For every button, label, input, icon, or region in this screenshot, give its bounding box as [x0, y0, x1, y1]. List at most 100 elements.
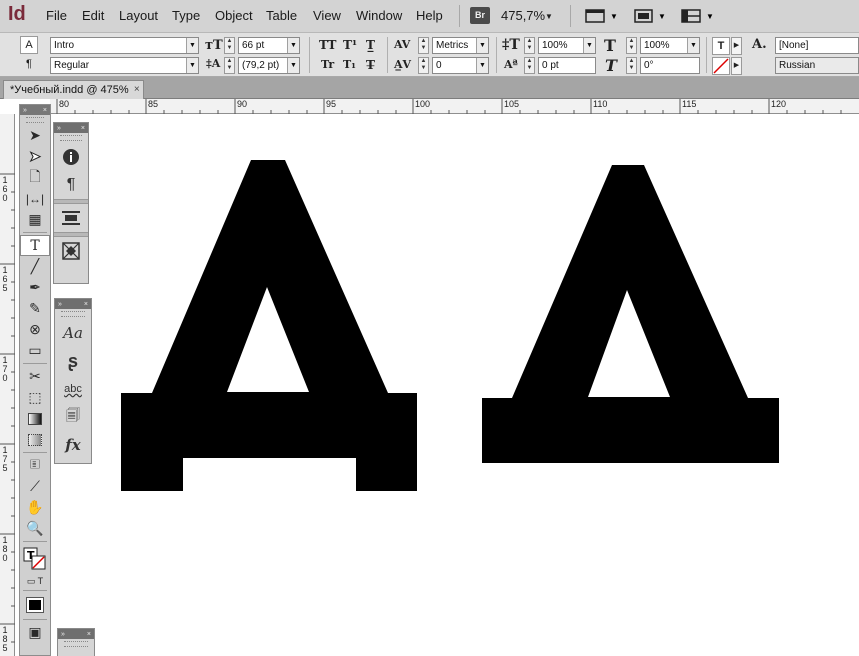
chevron-down-icon[interactable]: ▼ — [186, 58, 198, 73]
character-styles-button[interactable]: Aa — [55, 319, 91, 347]
info-panel-button[interactable] — [54, 143, 88, 171]
strikethrough-icon[interactable]: T̶ — [366, 58, 375, 72]
panel-header[interactable]: » × — [54, 123, 88, 133]
zoom-tool[interactable]: 🔍 — [20, 518, 50, 539]
fill-stroke-swatches[interactable]: T — [20, 544, 50, 574]
subscript-icon[interactable]: T₁ — [343, 58, 356, 71]
menu-view[interactable]: View — [313, 8, 341, 23]
close-icon[interactable]: × — [43, 107, 47, 114]
panel-grip[interactable] — [60, 135, 82, 141]
collapse-icon[interactable]: » — [61, 631, 65, 638]
baseline-shift-stepper[interactable]: ▲ ▼ — [524, 57, 535, 74]
panel-grip[interactable] — [61, 311, 85, 317]
close-icon[interactable]: × — [134, 81, 140, 99]
chevron-down-icon[interactable]: ▼ — [583, 38, 595, 53]
panel-header[interactable]: » × — [58, 629, 94, 639]
horizontal-scale-field[interactable]: 100% ▼ — [640, 37, 700, 54]
screen-mode-tool[interactable]: ▣ — [20, 622, 50, 643]
menu-window[interactable]: Window — [356, 8, 402, 23]
tracking-stepper[interactable]: ▲ ▼ — [418, 57, 429, 74]
menu-object[interactable]: Object — [215, 8, 253, 23]
menu-help[interactable]: Help — [416, 8, 443, 23]
document-canvas[interactable] — [15, 114, 859, 656]
language-field[interactable]: Russian — [775, 57, 859, 74]
page-tool[interactable]: 🗋 — [20, 167, 50, 188]
text-fill-button[interactable]: T — [712, 37, 730, 55]
collapse-icon[interactable]: » — [58, 301, 62, 308]
hyperlinks-button[interactable]: 🗐 — [55, 403, 91, 431]
panel-header[interactable]: » × — [55, 299, 91, 309]
pencil-tool[interactable]: ✎ — [20, 298, 50, 319]
selection-tool[interactable]: ➤ — [20, 125, 50, 146]
eyedropper-tool[interactable]: ⟋ — [20, 476, 50, 497]
horizontal-scale-stepper[interactable]: ▲ ▼ — [626, 37, 637, 54]
document-tab[interactable]: *Учебный.indd @ 475% × — [3, 80, 144, 99]
collapse-icon[interactable]: » — [23, 107, 27, 114]
text-stroke-button[interactable] — [712, 57, 730, 75]
pen-tool[interactable]: ✒ — [20, 277, 50, 298]
menu-layout[interactable]: Layout — [119, 8, 158, 23]
font-style-field[interactable]: Regular ▼ — [50, 57, 199, 74]
chevron-right-icon[interactable]: ▶ — [731, 37, 742, 55]
bridge-button[interactable]: Br — [470, 7, 490, 24]
collapse-icon[interactable]: » — [57, 125, 61, 132]
vertical-scale-stepper[interactable]: ▲ ▼ — [524, 37, 535, 54]
underline-icon[interactable]: T̲ — [366, 38, 375, 52]
formatting-affects-text-button[interactable]: ▭ T — [20, 574, 50, 588]
character-style-field[interactable]: [None] — [775, 37, 859, 54]
note-tool[interactable]: 🗉 — [20, 455, 50, 476]
view-options-button[interactable]: ▼ — [585, 6, 618, 26]
skew-stepper[interactable]: ▲ ▼ — [626, 57, 637, 74]
gradient-feather-tool[interactable] — [20, 429, 50, 450]
menu-type[interactable]: Type — [172, 8, 200, 23]
direct-selection-tool[interactable]: ➤ — [20, 146, 50, 167]
leading-stepper[interactable]: ▲ ▼ — [224, 57, 235, 74]
gap-tool[interactable]: |↔| — [20, 188, 50, 209]
vertical-scale-field[interactable]: 100% ▼ — [538, 37, 596, 54]
font-size-field[interactable]: 66 pt ▼ — [238, 37, 300, 54]
character-controls-button[interactable]: A — [20, 36, 38, 54]
skew-field[interactable]: 0° — [640, 57, 700, 74]
close-icon[interactable]: × — [84, 301, 88, 308]
effects-button[interactable]: fx — [55, 431, 91, 459]
scissors-tool[interactable]: ✂ — [20, 366, 50, 387]
content-collector-tool[interactable]: ▦ — [20, 209, 50, 230]
align-panel-button[interactable] — [54, 204, 88, 232]
paragraph-panel-button[interactable]: ¶ — [54, 171, 88, 199]
menu-file[interactable]: File — [46, 8, 67, 23]
menu-table[interactable]: Table — [266, 8, 297, 23]
leading-field[interactable]: (79,2 pt) ▼ — [238, 57, 300, 74]
chevron-down-icon[interactable]: ▼ — [186, 38, 198, 53]
kerning-field[interactable]: Metrics ▼ — [432, 37, 489, 54]
menu-edit[interactable]: Edit — [82, 8, 104, 23]
chevron-down-icon[interactable]: ▼ — [287, 58, 299, 73]
vertical-ruler[interactable]: 160 165 170 175 180 185 — [0, 114, 15, 656]
zoom-dropdown-icon[interactable]: ▼ — [545, 12, 553, 21]
hand-tool[interactable]: ✋ — [20, 497, 50, 518]
close-icon[interactable]: × — [87, 631, 91, 638]
panel-grip[interactable] — [64, 641, 88, 647]
stroke-styles-button[interactable]: ʂ — [55, 347, 91, 375]
horizontal-ruler[interactable]: 80 85 90 95 100 105 110 115 120 — [50, 99, 859, 114]
small-caps-icon[interactable]: Tr — [321, 58, 334, 71]
paragraph-controls-button[interactable]: ¶ — [20, 56, 38, 74]
tools-panel-header[interactable]: » × — [20, 105, 50, 115]
apply-color-button[interactable] — [20, 593, 50, 617]
baseline-shift-field[interactable]: 0 pt — [538, 57, 596, 74]
free-transform-tool[interactable]: ⬚ — [20, 387, 50, 408]
ellipse-frame-tool[interactable]: ⊗ — [20, 319, 50, 340]
zoom-level[interactable]: 475,7% — [501, 8, 545, 23]
line-tool[interactable]: ╱ — [20, 256, 50, 277]
font-family-field[interactable]: Intro ▼ — [50, 37, 199, 54]
chevron-down-icon[interactable]: ▼ — [287, 38, 299, 53]
chevron-down-icon[interactable]: ▼ — [476, 58, 488, 73]
rectangle-tool[interactable]: ▭ — [20, 340, 50, 361]
screen-mode-button[interactable]: ▼ — [633, 6, 666, 26]
font-size-stepper[interactable]: ▲ ▼ — [224, 37, 235, 54]
close-icon[interactable]: × — [81, 125, 85, 132]
chevron-right-icon[interactable]: ▶ — [731, 57, 742, 75]
chevron-down-icon[interactable]: ▼ — [476, 38, 488, 53]
all-caps-icon[interactable]: TT — [319, 38, 336, 52]
kerning-stepper[interactable]: ▲ ▼ — [418, 37, 429, 54]
type-tool[interactable]: T — [20, 235, 50, 256]
